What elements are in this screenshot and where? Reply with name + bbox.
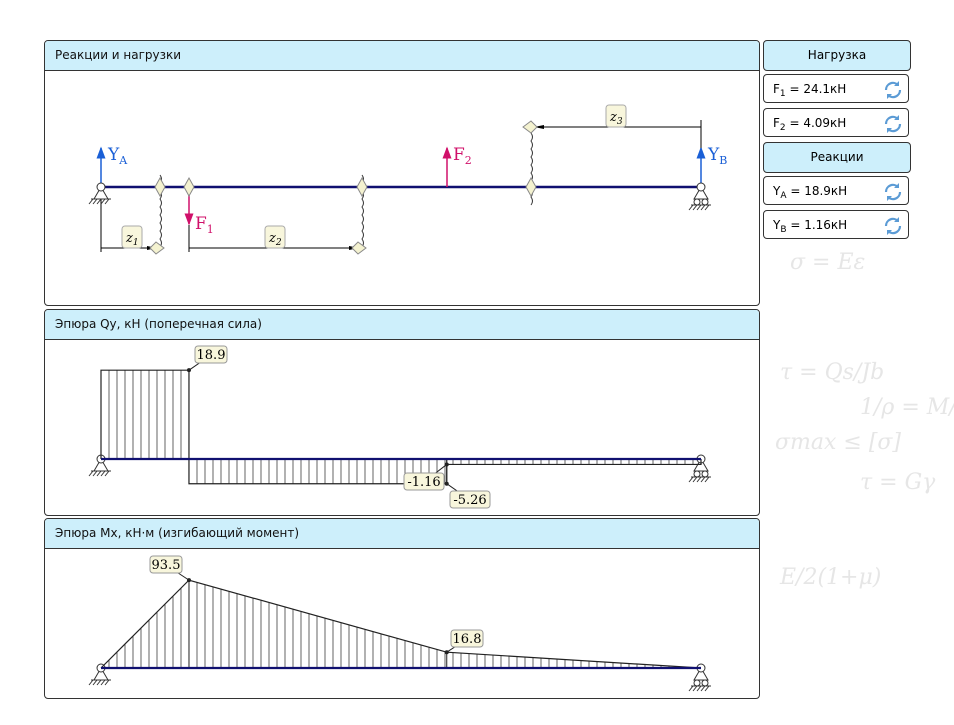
moment-panel: Эпюра Mx, кН·м (изгибающий момент) — [44, 518, 760, 699]
watermark: E/2(1+μ) — [780, 565, 882, 590]
loads-panel-title: Реакции и нагрузки — [45, 41, 759, 71]
refresh-icon[interactable] — [882, 113, 904, 135]
shear-panel: Эпюра Qy, кН (поперечная сила) — [44, 309, 760, 516]
shear-panel-title: Эпюра Qy, кН (поперечная сила) — [45, 310, 759, 340]
watermark: σmax ≤ [σ] — [775, 430, 902, 455]
f1-value[interactable]: F1 = 24.1кН — [763, 74, 909, 103]
watermark: τ = Gγ — [860, 470, 936, 495]
f2-value[interactable]: F2 = 4.09кН — [763, 108, 909, 137]
ya-value[interactable]: YA = 18.9кН — [763, 176, 909, 205]
ya-text: = 18.9кН — [786, 184, 848, 198]
load-header: Нагрузка — [763, 40, 911, 71]
f2-symbol: F — [773, 116, 780, 130]
watermark: 1/ρ = M/EJ — [860, 395, 954, 420]
watermark: τ = Qs/Jb — [780, 360, 885, 385]
refresh-icon[interactable] — [882, 215, 904, 237]
f2-text: = 4.09кН — [785, 116, 847, 130]
reactions-header: Реакции — [763, 142, 911, 173]
moment-panel-title: Эпюра Mx, кН·м (изгибающий момент) — [45, 519, 759, 549]
yb-value[interactable]: YB = 1.16кН — [763, 210, 909, 239]
loads-panel: Реакции и нагрузки — [44, 40, 760, 306]
watermark: σ = Eε — [790, 250, 866, 275]
refresh-icon[interactable] — [882, 181, 904, 203]
f1-symbol: F — [773, 82, 780, 96]
yb-text: = 1.16кН — [786, 218, 848, 232]
refresh-icon[interactable] — [882, 79, 904, 101]
f1-text: = 24.1кН — [785, 82, 847, 96]
